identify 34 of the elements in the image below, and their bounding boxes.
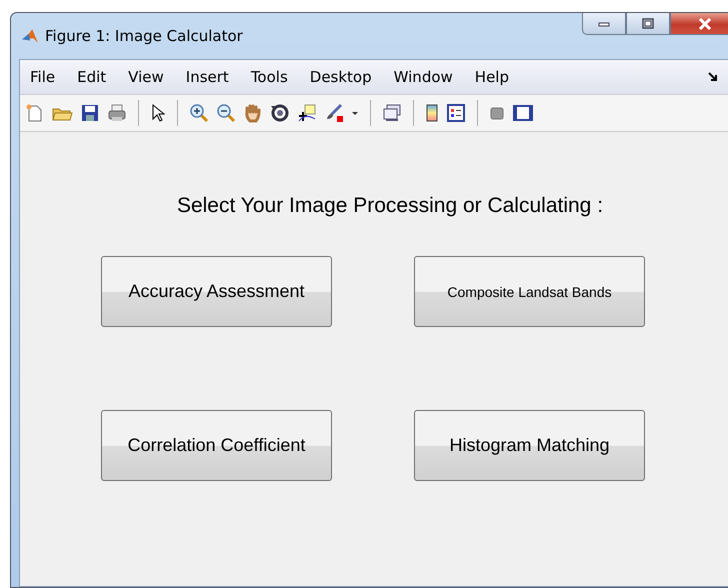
minimize-button[interactable] — [582, 13, 626, 35]
peak-logo-icon — [21, 27, 39, 45]
zoom-in-icon[interactable] — [189, 103, 209, 123]
legend-icon[interactable] — [446, 103, 466, 123]
data-cursor-icon[interactable] — [297, 103, 317, 123]
action-button[interactable]: Accuracy Assessment — [101, 256, 332, 327]
menu-item[interactable]: View — [128, 68, 164, 86]
maximize-icon — [642, 18, 654, 29]
menu-item[interactable]: Insert — [186, 68, 229, 86]
menu-item[interactable]: Window — [394, 68, 453, 86]
prompt-text: Select Your Image Processing or Calculating : — [176, 194, 604, 218]
menu-item[interactable]: Edit — [77, 68, 106, 86]
minimize-icon — [598, 20, 610, 26]
overflow-arrow-icon[interactable] — [708, 72, 718, 82]
new-file-icon[interactable] — [24, 103, 44, 123]
cursor-arrow-icon[interactable] — [150, 103, 166, 123]
action-button[interactable]: Composite Landsat Bands — [414, 256, 645, 327]
action-button[interactable]: Correlation Coefficient — [101, 410, 332, 481]
close-button[interactable] — [670, 13, 728, 35]
save-icon[interactable] — [80, 103, 100, 123]
menu-item[interactable]: Help — [474, 68, 509, 86]
menu-item[interactable]: File — [30, 68, 56, 86]
zoom-out-icon[interactable] — [216, 103, 236, 123]
hand-icon[interactable] — [243, 103, 263, 123]
brush-icon[interactable] — [324, 103, 344, 123]
colorbar-icon[interactable] — [425, 103, 439, 123]
menu-item[interactable]: Tools — [250, 68, 288, 86]
close-icon — [698, 18, 712, 30]
printer-icon[interactable] — [107, 103, 127, 123]
linked-windows-icon[interactable] — [382, 103, 402, 123]
window-title: Figure 1: Image Calculator — [45, 27, 243, 45]
action-button[interactable]: Histogram Matching — [414, 410, 645, 481]
maximize-button[interactable] — [626, 13, 670, 35]
menu-item[interactable]: Desktop — [310, 68, 372, 86]
